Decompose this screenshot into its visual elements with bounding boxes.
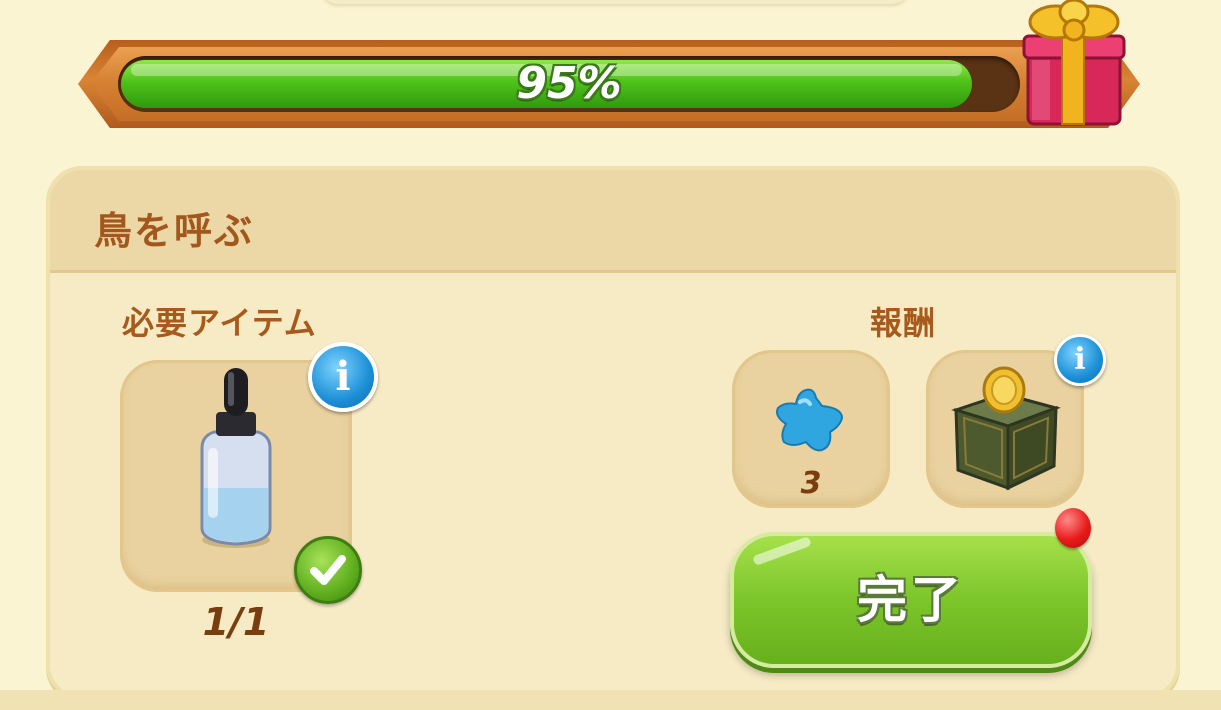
top-edge xyxy=(320,0,910,4)
blue-star-icon xyxy=(776,388,844,452)
info-icon[interactable]: i xyxy=(308,342,378,412)
reward-slot-star[interactable]: 3 xyxy=(732,350,890,508)
rewards-heading: 報酬 xyxy=(870,304,937,342)
progress-label: 95% xyxy=(516,58,622,109)
reward-info-icon[interactable]: i xyxy=(1054,334,1106,386)
required-item-count: 1/1 xyxy=(202,600,270,644)
quest-title: 鳥を呼ぶ xyxy=(94,209,255,253)
complete-button[interactable]: 完了 xyxy=(730,532,1092,668)
checkmark-icon xyxy=(294,536,362,604)
bottom-edge xyxy=(0,690,1221,710)
reward-star-count: 3 xyxy=(800,466,822,501)
notification-dot-icon xyxy=(1055,508,1091,548)
quest-header: 鳥を呼ぶ xyxy=(50,170,1176,273)
coin-box-icon xyxy=(951,366,1061,491)
gift-box-icon[interactable] xyxy=(1018,0,1126,130)
complete-button-label: 完了 xyxy=(857,571,965,629)
required-items-heading: 必要アイテム xyxy=(122,304,317,342)
dropper-bottle-icon xyxy=(200,368,272,548)
